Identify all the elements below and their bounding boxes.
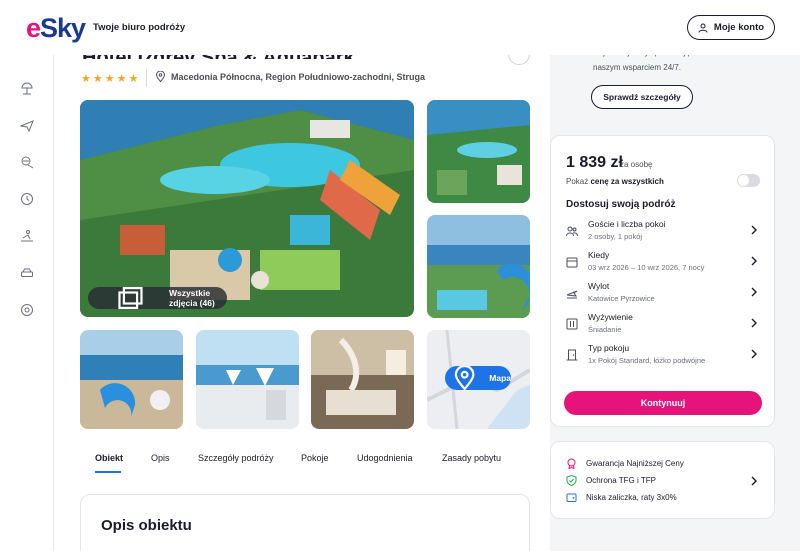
description-title: Opis obiektu bbox=[101, 517, 192, 534]
all-photos-label: Wszystkie zdjęcia (46) bbox=[168, 288, 215, 308]
option-value: Katowice Pyrzowice bbox=[588, 294, 655, 303]
guarantee-row: Ochrona TFG i TFP bbox=[566, 475, 656, 486]
description-card: Opis obiektu bbox=[80, 494, 530, 551]
per-person-label: za osobę bbox=[620, 160, 653, 169]
tab-udogodnienia[interactable]: Udogodnienia bbox=[357, 453, 413, 463]
guests-icon bbox=[566, 226, 578, 237]
chevron-right-icon bbox=[751, 225, 757, 235]
option-departure[interactable]: Wylot Katowice Pyrzowice bbox=[551, 281, 776, 309]
option-board[interactable]: Wyżywienie Śniadanie bbox=[551, 312, 776, 340]
continue-button[interactable]: Kontynuuj bbox=[564, 391, 762, 415]
beach-umbrellas-image bbox=[196, 330, 299, 429]
active-tab-indicator bbox=[95, 471, 121, 473]
section-tabs: Obiekt Opis Szczegóły podróży Pokoje Udo… bbox=[54, 453, 550, 477]
option-label: Typ pokoju bbox=[588, 343, 630, 353]
tab-obiekt[interactable]: Obiekt bbox=[95, 453, 123, 463]
check-details-button[interactable]: Sprawdź szczegóły bbox=[591, 85, 693, 109]
map-button[interactable]: Mapa bbox=[445, 366, 511, 390]
left-nav-rail bbox=[0, 55, 54, 551]
shield-check-icon bbox=[566, 475, 577, 486]
plane-icon[interactable] bbox=[19, 117, 35, 133]
guarantees-card[interactable]: Gwarancja Najniższej Ceny Ochrona TFG i … bbox=[550, 441, 775, 519]
calendar-icon bbox=[566, 257, 578, 268]
option-label: Goście i liczba pokoi bbox=[588, 219, 666, 229]
my-account-label: Moje konto bbox=[713, 22, 765, 33]
guarantee-row: Gwarancja Najniższej Ceny bbox=[566, 458, 684, 469]
option-guests-rooms[interactable]: Goście i liczba pokoi 2 osoby, 1 pokój bbox=[551, 219, 776, 247]
photo-thumb-2[interactable] bbox=[427, 215, 530, 318]
photo-thumb-5[interactable] bbox=[311, 330, 414, 429]
show-total-toggle[interactable] bbox=[737, 174, 760, 187]
lake-slide-image bbox=[80, 330, 183, 429]
esky-logo[interactable]: eSky bbox=[26, 13, 86, 44]
main-content: Hotel Izgrev Spa & Aquapark ★★★★★ Macedo… bbox=[54, 43, 550, 551]
hotel-room-image bbox=[311, 330, 414, 429]
option-value: Śniadanie bbox=[588, 325, 622, 334]
divider bbox=[146, 69, 147, 87]
main-hotel-photo[interactable]: Wszystkie zdjęcia (46) bbox=[80, 100, 414, 317]
all-photos-button[interactable]: Wszystkie zdjęcia (46) bbox=[88, 287, 228, 309]
chevron-right-icon bbox=[751, 318, 757, 328]
customize-title: Dostosuj swoją podróż bbox=[566, 199, 676, 210]
tab-opis[interactable]: Opis bbox=[151, 453, 170, 463]
guarantee-label: Gwarancja Najniższej Ceny bbox=[586, 459, 684, 468]
option-room-type[interactable]: Typ pokoju 1x Pokój Standard, łóżko podw… bbox=[551, 343, 776, 371]
show-total-label: Pokaż cenę za wszystkich bbox=[566, 177, 664, 186]
guarantee-row: Niska zaliczka, raty 3x0% bbox=[566, 492, 677, 503]
aerial-aquapark-image bbox=[80, 100, 414, 317]
map-pin-icon bbox=[454, 366, 475, 390]
guarantee-label: Ochrona TFG i TFP bbox=[586, 476, 656, 485]
beach-umbrella-icon[interactable] bbox=[19, 80, 35, 96]
chevron-right-icon bbox=[751, 287, 757, 297]
car-icon[interactable] bbox=[19, 265, 35, 281]
star-rating: ★★★★★ bbox=[81, 73, 141, 85]
settings-icon[interactable] bbox=[19, 302, 35, 318]
photo-thumb-4[interactable] bbox=[196, 330, 299, 429]
map-thumbnail[interactable]: Mapa bbox=[427, 330, 530, 429]
guarantee-label: Niska zaliczka, raty 3x0% bbox=[586, 493, 677, 502]
medal-icon bbox=[567, 458, 576, 469]
meal-icon bbox=[566, 318, 578, 330]
user-icon bbox=[698, 23, 708, 33]
option-value: 03 wrz 2026 – 10 wrz 2026, 7 nocy bbox=[588, 263, 705, 272]
waterslide-image bbox=[427, 215, 530, 318]
tab-pokoje[interactable]: Pokoje bbox=[301, 453, 329, 463]
tab-zasady-pobytu[interactable]: Zasady pobytu bbox=[442, 453, 501, 463]
aerial-resort-image bbox=[427, 100, 530, 203]
last-minute-clock-icon[interactable] bbox=[19, 191, 35, 207]
flight-hotel-icon[interactable] bbox=[19, 154, 35, 170]
option-label: Wyżywienie bbox=[588, 312, 633, 322]
tagline: Twoje biuro podróży bbox=[93, 22, 186, 33]
wallet-icon bbox=[566, 493, 577, 502]
option-label: Wylot bbox=[588, 281, 610, 291]
top-header: eSky Twoje biuro podróży Moje konto bbox=[0, 0, 800, 55]
option-dates[interactable]: Kiedy 03 wrz 2026 – 10 wrz 2026, 7 nocy bbox=[551, 250, 776, 278]
photo-thumb-3[interactable] bbox=[80, 330, 183, 429]
location-text: Macedonia Północna, Region Południowo-za… bbox=[171, 71, 426, 82]
map-label: Mapa bbox=[489, 373, 511, 383]
ski-icon[interactable] bbox=[19, 228, 35, 244]
hotel-location: Macedonia Północna, Region Południowo-za… bbox=[156, 71, 425, 82]
chevron-right-icon bbox=[751, 349, 757, 359]
departure-plane-icon bbox=[566, 290, 578, 299]
option-label: Kiedy bbox=[588, 250, 610, 260]
chevron-right-icon bbox=[751, 476, 757, 486]
door-icon bbox=[566, 349, 578, 361]
booking-card: 1 839 zł za osobę Pokaż cenę za wszystki… bbox=[550, 135, 775, 427]
option-value: 1x Pokój Standard, łóżko podwójne bbox=[588, 356, 706, 365]
tab-szczegoly-podrozy[interactable]: Szczegóły podróży bbox=[198, 453, 274, 463]
location-pin-icon bbox=[156, 71, 165, 82]
price: 1 839 zł bbox=[566, 154, 623, 171]
option-value: 2 osoby, 1 pokój bbox=[588, 232, 643, 241]
support-block: Najniższej ceny i podróżuj po świecie z … bbox=[550, 48, 800, 127]
chevron-right-icon bbox=[751, 256, 757, 266]
photo-thumb-1[interactable] bbox=[427, 100, 530, 203]
my-account-button[interactable]: Moje konto bbox=[687, 15, 775, 40]
gallery-icon bbox=[118, 287, 143, 309]
